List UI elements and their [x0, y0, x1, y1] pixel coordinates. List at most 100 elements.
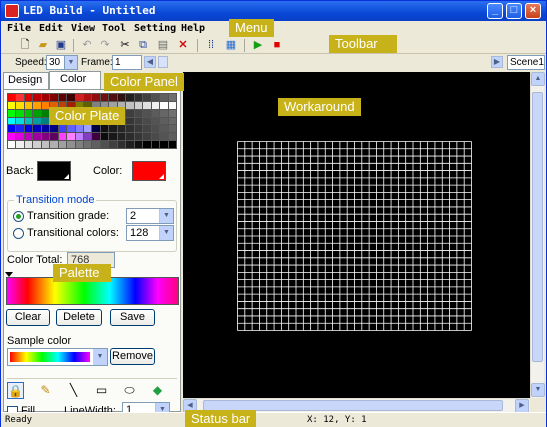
- scroll-down-icon[interactable]: ▼: [531, 383, 545, 397]
- color-plate-cell[interactable]: [126, 117, 134, 125]
- color-plate-cell[interactable]: [41, 125, 50, 133]
- color-plate-cell[interactable]: [134, 125, 143, 133]
- color-plate-cell[interactable]: [134, 101, 143, 109]
- fill-bucket-icon[interactable]: ◆: [149, 382, 166, 399]
- color-plate-cell[interactable]: [8, 133, 16, 141]
- color-plate-cell[interactable]: [160, 94, 168, 101]
- vertical-scrollbar[interactable]: ▲ ▼: [530, 72, 545, 398]
- color-plate-cell[interactable]: [84, 141, 92, 148]
- settings-icon[interactable]: ▦: [225, 39, 237, 51]
- chevron-down-icon[interactable]: ▼: [93, 349, 107, 365]
- color-plate-cell[interactable]: [50, 141, 58, 148]
- workarea-canvas[interactable]: [183, 72, 530, 398]
- save-icon[interactable]: ▣: [55, 39, 67, 51]
- color-plate-cell[interactable]: [151, 133, 160, 141]
- color-plate-cell[interactable]: [8, 109, 16, 117]
- color-plate-cell[interactable]: [100, 94, 109, 101]
- color-plate-cell[interactable]: [58, 125, 67, 133]
- color-plate-cell[interactable]: [160, 109, 168, 117]
- color-plate-cell[interactable]: [100, 141, 109, 148]
- open-folder-icon[interactable]: ▰: [37, 39, 49, 51]
- color-plate-cell[interactable]: [8, 125, 16, 133]
- color-plate-cell[interactable]: [134, 133, 143, 141]
- close-icon[interactable]: ×: [525, 3, 541, 19]
- title-bar[interactable]: LED Build - Untitled _ □ ×: [1, 1, 546, 21]
- color-plate-cell[interactable]: [117, 125, 126, 133]
- grid-icon[interactable]: ⁞⁞: [205, 39, 217, 51]
- delete-button[interactable]: Delete: [56, 309, 102, 326]
- color-plate-cell[interactable]: [33, 141, 41, 148]
- speed-select[interactable]: 30 ▼: [46, 55, 78, 70]
- redo-icon[interactable]: ↷: [99, 39, 111, 51]
- menu-help[interactable]: Help: [181, 23, 205, 34]
- ellipse-icon[interactable]: ⬭: [121, 382, 138, 399]
- frame-input[interactable]: 1: [112, 55, 142, 70]
- color-plate-cell[interactable]: [117, 133, 126, 141]
- color-plate-cell[interactable]: [109, 125, 117, 133]
- color-plate-cell[interactable]: [168, 94, 176, 101]
- remove-button[interactable]: Remove: [110, 348, 155, 365]
- color-plate-cell[interactable]: [8, 141, 16, 148]
- paste-icon[interactable]: ▤: [157, 39, 169, 51]
- color-plate-cell[interactable]: [58, 94, 67, 101]
- color-plate-cell[interactable]: [16, 109, 24, 117]
- color-plate-cell[interactable]: [16, 101, 24, 109]
- color-plate-cell[interactable]: [50, 133, 58, 141]
- color-plate-cell[interactable]: [168, 109, 176, 117]
- color-plate-cell[interactable]: [16, 117, 24, 125]
- color-plate-cell[interactable]: [41, 133, 50, 141]
- color-plate-cell[interactable]: [151, 94, 160, 101]
- color-plate-cell[interactable]: [168, 101, 176, 109]
- lock-icon[interactable]: 🔒: [7, 382, 24, 399]
- color-plate-cell[interactable]: [126, 101, 134, 109]
- color-plate-cell[interactable]: [92, 94, 100, 101]
- color-plate-cell[interactable]: [33, 117, 41, 125]
- color-plate-cell[interactable]: [50, 94, 58, 101]
- color-plate-cell[interactable]: [134, 117, 143, 125]
- pencil-icon[interactable]: ✎: [37, 382, 54, 399]
- color-plate-cell[interactable]: [143, 133, 151, 141]
- color-plate-cell[interactable]: [143, 101, 151, 109]
- clear-button[interactable]: Clear: [6, 309, 50, 326]
- scroll-up-icon[interactable]: ▲: [531, 72, 545, 86]
- color-plate-cell[interactable]: [168, 125, 176, 133]
- scroll-right-icon[interactable]: ▶: [491, 56, 503, 68]
- rectangle-icon[interactable]: ▭: [93, 382, 110, 399]
- color-plate-cell[interactable]: [58, 141, 67, 148]
- color-plate-cell[interactable]: [16, 133, 24, 141]
- transitional-colors-radio[interactable]: [13, 228, 24, 239]
- color-plate-cell[interactable]: [160, 101, 168, 109]
- color-plate-cell[interactable]: [24, 117, 33, 125]
- color-plate-cell[interactable]: [168, 133, 176, 141]
- color-plate-cell[interactable]: [84, 94, 92, 101]
- color-plate-cell[interactable]: [33, 109, 41, 117]
- color-plate-cell[interactable]: [117, 141, 126, 148]
- color-plate-cell[interactable]: [8, 117, 16, 125]
- transitional-colors-select[interactable]: 128 ▼: [126, 225, 174, 241]
- color-plate-cell[interactable]: [151, 109, 160, 117]
- color-plate-cell[interactable]: [84, 133, 92, 141]
- color-plate-cell[interactable]: [117, 94, 126, 101]
- color-plate-cell[interactable]: [24, 133, 33, 141]
- color-plate-cell[interactable]: [160, 117, 168, 125]
- menu-file[interactable]: File: [7, 23, 31, 34]
- color-plate-cell[interactable]: [8, 94, 16, 101]
- color-plate-cell[interactable]: [126, 94, 134, 101]
- color-plate-cell[interactable]: [151, 141, 160, 148]
- new-file-icon[interactable]: 🗋: [19, 39, 31, 51]
- color-plate-cell[interactable]: [109, 141, 117, 148]
- foreground-color-swatch[interactable]: [132, 161, 166, 181]
- menu-edit[interactable]: Edit: [39, 23, 63, 34]
- color-plate-cell[interactable]: [126, 109, 134, 117]
- color-plate-cell[interactable]: [41, 94, 50, 101]
- color-plate-cell[interactable]: [143, 141, 151, 148]
- color-plate-cell[interactable]: [75, 94, 84, 101]
- color-plate-cell[interactable]: [24, 125, 33, 133]
- color-plate-cell[interactable]: [67, 94, 75, 101]
- color-plate-cell[interactable]: [143, 117, 151, 125]
- line-icon[interactable]: ╲: [65, 382, 82, 399]
- chevron-down-icon[interactable]: ▼: [159, 209, 173, 223]
- cut-icon[interactable]: ✂: [119, 39, 131, 51]
- color-plate-cell[interactable]: [143, 109, 151, 117]
- color-plate-cell[interactable]: [126, 133, 134, 141]
